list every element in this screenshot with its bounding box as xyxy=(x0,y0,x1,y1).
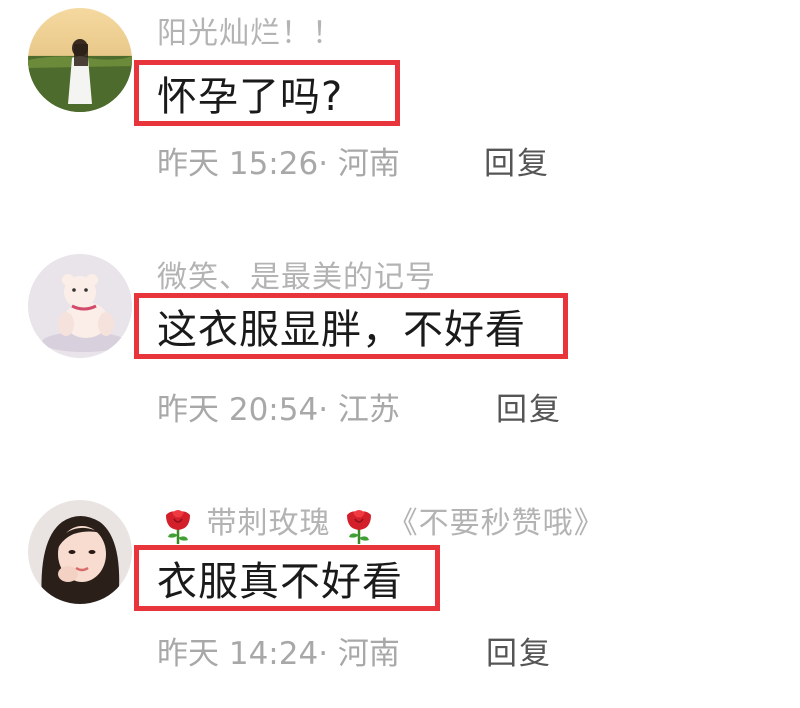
avatar[interactable] xyxy=(28,254,132,358)
comment-text-highlight: 衣服真不好看 xyxy=(134,545,440,611)
comment-username-suffix: 《不要秒赞哦》 xyxy=(387,506,605,541)
comment-username[interactable]: 微笑、是最美的记号 xyxy=(157,258,436,298)
comment-text: 怀孕了吗? xyxy=(157,74,344,120)
comment-text-highlight: 这衣服显胖，不好看 xyxy=(134,293,568,359)
comment-username[interactable]: 阳光灿烂！！ xyxy=(157,14,343,54)
comment-item: 带刺玫瑰 《不要秒赞哦》 衣服真不好看 昨天 14:24· 河南 回复 xyxy=(0,490,800,708)
comment-meta: 昨天 15:26· 河南 xyxy=(157,146,400,182)
comment-username-name: 带刺玫瑰 xyxy=(206,506,331,541)
reply-button[interactable]: 回复 xyxy=(486,634,552,674)
comment-item: 阳光灿烂！！ 怀孕了吗? 昨天 15:26· 河南 回复 xyxy=(0,0,800,200)
comment-text: 这衣服显胖，不好看 xyxy=(157,307,526,353)
comment-meta: 昨天 14:24· 河南 xyxy=(157,636,400,672)
reply-button[interactable]: 回复 xyxy=(496,390,562,430)
comment-item: 微笑、是最美的记号 这衣服显胖，不好看 昨天 20:54· 江苏 回复 xyxy=(0,240,800,440)
comment-username[interactable]: 带刺玫瑰 《不要秒赞哦》 xyxy=(160,504,605,545)
comment-meta: 昨天 20:54· 江苏 xyxy=(157,392,400,428)
comment-text: 衣服真不好看 xyxy=(157,559,403,605)
comment-text-highlight: 怀孕了吗? xyxy=(134,60,400,126)
rose-icon xyxy=(347,509,372,544)
avatar[interactable] xyxy=(28,500,132,604)
reply-button[interactable]: 回复 xyxy=(484,144,550,184)
rose-icon xyxy=(166,509,190,544)
avatar[interactable] xyxy=(28,8,132,112)
